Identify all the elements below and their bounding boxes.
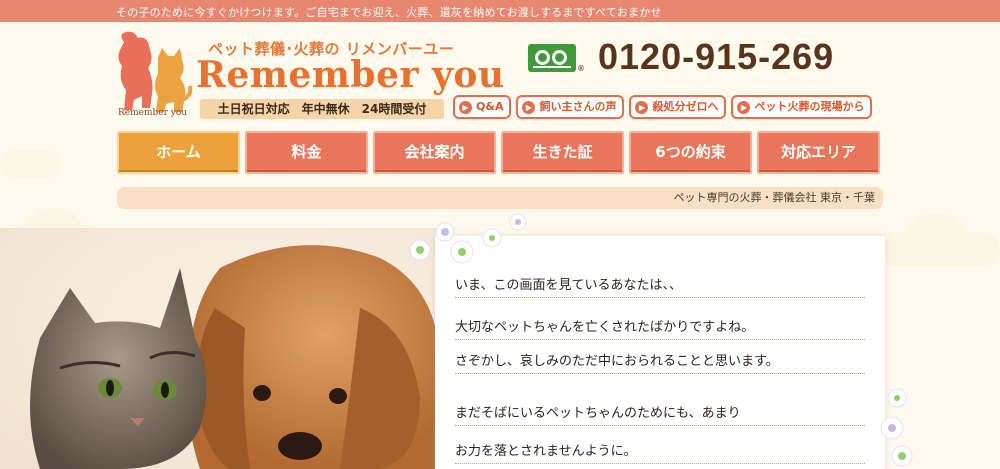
zero-euthanasia-link[interactable]: ▶ 殺処分ゼロへ <box>629 95 727 119</box>
link-label: 殺処分ゼロへ <box>652 100 719 113</box>
cremation-site-link[interactable]: ▶ ペット火葬の現場から <box>731 95 873 119</box>
flower-decoration <box>880 388 913 467</box>
message-panel: いま、この画面を見ているあなたは、、 大切なペットちゃんを亡くされたばかりですよ… <box>435 236 885 469</box>
nav-pricing[interactable]: 料金 <box>245 131 368 174</box>
pet-logo-icon[interactable] <box>114 30 194 120</box>
owner-voice-link[interactable]: ▶ 飼い主さんの声 <box>516 95 625 119</box>
top-announcement-bar: その子のために今すぐかけつけます。ご自宅までお迎え、火葬、遺灰を納めてお渡しする… <box>0 0 1000 22</box>
qa-link[interactable]: ▶ Q&A <box>453 95 512 119</box>
main-nav: ホーム 料金 会社案内 生きた証 6つの約束 対応エリア <box>117 131 880 174</box>
arrow-right-icon: ▶ <box>635 100 649 114</box>
link-label: ペット火葬の現場から <box>754 100 865 113</box>
announcement-text: その子のために今すぐかけつけます。ご自宅までお迎え、火葬、遺灰を納めてお渡しする… <box>116 6 662 19</box>
arrow-right-icon: ▶ <box>737 100 751 114</box>
sub-links: ▶ Q&A ▶ 飼い主さんの声 ▶ 殺処分ゼロへ ▶ ペット火葬の現場から <box>453 95 873 119</box>
service-hours-badge: 土日祝日対応 年中無休 24時間受付 <box>200 99 444 119</box>
message-line: さぞかし、哀しみのただ中におられることと思います。 <box>455 350 865 374</box>
arrow-right-icon: ▶ <box>522 100 536 114</box>
cloud-decoration <box>0 150 60 178</box>
logo-caption: Remember you <box>118 108 188 118</box>
nav-service-area[interactable]: 対応エリア <box>757 131 880 174</box>
nav-company[interactable]: 会社案内 <box>373 131 496 174</box>
kitten-puppy-photo <box>0 228 440 469</box>
message-line: まだそばにいるペットちゃんのためにも、あまり <box>455 402 865 426</box>
nav-home[interactable]: ホーム <box>117 131 240 174</box>
breadcrumb: ペット専門の火葬・葬儀会社 東京・千葉 <box>117 187 883 209</box>
link-label: Q&A <box>476 100 504 113</box>
message-line: 大切なペットちゃんを亡くされたばかりですよね。 <box>455 316 865 340</box>
link-label: 飼い主さんの声 <box>539 100 617 113</box>
message-line: お力を落とされませんように。 <box>455 440 865 464</box>
phone-number[interactable]: 0120-915-269 <box>598 36 834 78</box>
message-line: いま、この画面を見ているあなたは、、 <box>455 274 865 298</box>
registered-mark: ® <box>577 64 585 73</box>
freedial-icon <box>528 44 576 72</box>
arrow-right-icon: ▶ <box>459 100 472 114</box>
nav-memorial[interactable]: 生きた証 <box>501 131 624 174</box>
cloud-decoration <box>870 232 1000 266</box>
nav-promises[interactable]: 6つの約束 <box>629 131 752 174</box>
brand-name[interactable]: Remember you <box>196 54 505 96</box>
flower-decoration <box>409 213 527 264</box>
